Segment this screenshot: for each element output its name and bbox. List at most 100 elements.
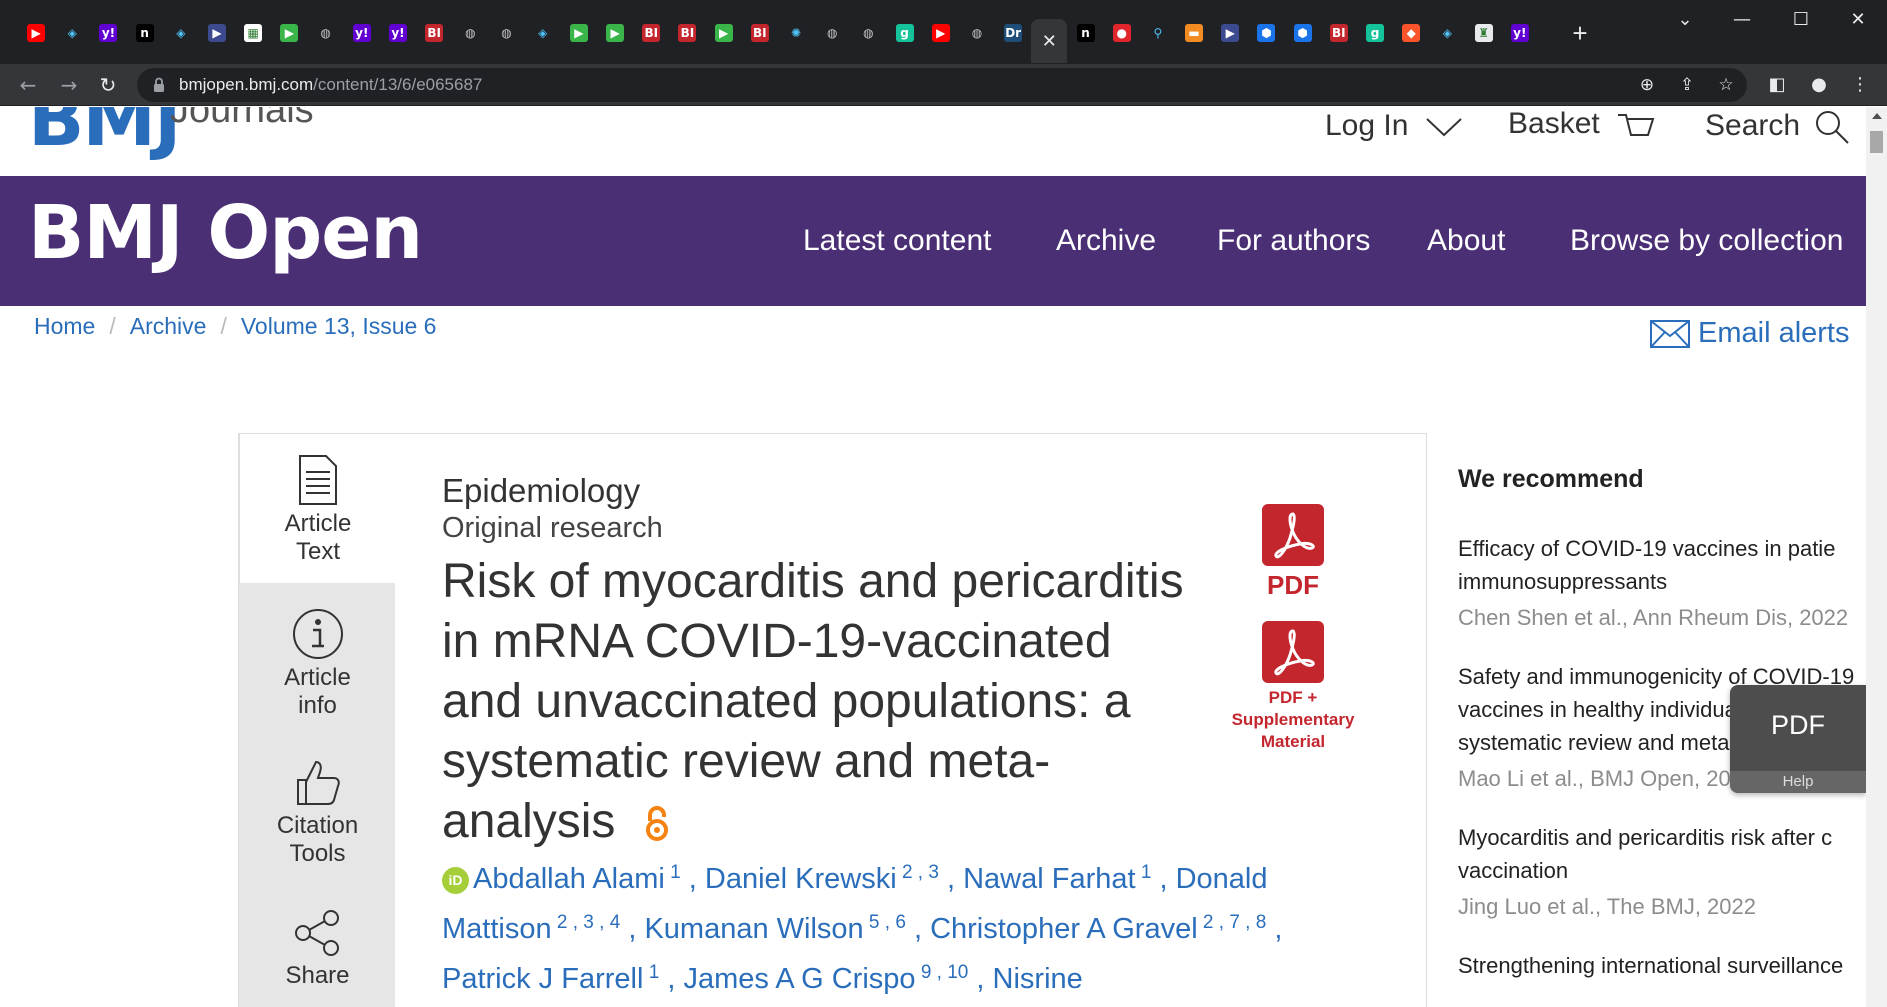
- browser-tab[interactable]: n: [127, 20, 163, 46]
- menu-kebab-icon[interactable]: ⋮: [1845, 70, 1875, 100]
- bmj-logo[interactable]: BMJ: [28, 107, 182, 163]
- browser-tab[interactable]: ◍: [850, 20, 886, 46]
- login-button[interactable]: Log In: [1325, 109, 1463, 143]
- recommendation-title[interactable]: vaccination: [1458, 854, 1866, 887]
- new-tab-button[interactable]: +: [1565, 18, 1595, 48]
- browser-tab[interactable]: ●: [1104, 20, 1140, 46]
- recommendation-title[interactable]: Strengthening international surveillance: [1458, 949, 1866, 982]
- tool-article-text[interactable]: Article Text: [239, 433, 396, 583]
- browser-tab[interactable]: BI: [1321, 20, 1357, 46]
- browser-tab[interactable]: ▶: [199, 20, 235, 46]
- nav-browse-by-collection[interactable]: Browse by collection: [1570, 176, 1843, 306]
- page-scrollbar[interactable]: [1866, 107, 1887, 1007]
- browser-tab[interactable]: ♜: [1466, 20, 1502, 46]
- author-link[interactable]: Patrick J Farrell: [442, 963, 643, 995]
- search-button[interactable]: Search: [1705, 109, 1850, 145]
- browser-tab[interactable]: ◆: [1393, 20, 1429, 46]
- browser-tab[interactable]: y!: [380, 20, 416, 46]
- recommendation-item[interactable]: Strengthening international surveillance: [1458, 949, 1866, 982]
- floating-pdf-button[interactable]: PDF Help: [1730, 685, 1866, 793]
- nav-for-authors[interactable]: For authors: [1217, 176, 1370, 306]
- minimize-button[interactable]: —: [1713, 0, 1771, 40]
- close-window-button[interactable]: ✕: [1829, 0, 1887, 40]
- browser-tab[interactable]: ◈: [525, 20, 561, 46]
- browser-tab[interactable]: ⬢: [1285, 20, 1321, 46]
- browser-tab[interactable]: ◈: [1429, 20, 1465, 46]
- orcid-icon[interactable]: iD: [442, 866, 469, 894]
- browser-tab[interactable]: Dr: [995, 20, 1031, 46]
- browser-tab[interactable]: ◍: [959, 20, 995, 46]
- tool-article-info[interactable]: Article info: [239, 608, 396, 720]
- browser-tab[interactable]: ▶: [923, 20, 959, 46]
- author-affiliation-ref[interactable]: 1: [1136, 862, 1152, 883]
- browser-tab[interactable]: ▶: [271, 20, 307, 46]
- reload-button[interactable]: ↻: [93, 70, 123, 100]
- recommendation-item[interactable]: Myocarditis and pericarditis risk after …: [1458, 821, 1866, 923]
- author-link[interactable]: Daniel Krewski: [705, 863, 897, 895]
- maximize-button[interactable]: ☐: [1772, 0, 1830, 40]
- browser-tab[interactable]: n: [1067, 20, 1103, 46]
- nav-about[interactable]: About: [1427, 176, 1505, 306]
- nav-archive[interactable]: Archive: [1056, 176, 1156, 306]
- author-link[interactable]: Abdallah Alami: [473, 863, 665, 895]
- scroll-up-arrow[interactable]: [1872, 113, 1882, 119]
- author-link[interactable]: James A G Crispo: [683, 963, 915, 995]
- breadcrumb-home[interactable]: Home: [34, 313, 95, 339]
- browser-tab[interactable]: y!: [344, 20, 380, 46]
- browser-tab[interactable]: ▬: [1176, 20, 1212, 46]
- author-affiliation-ref[interactable]: 5 , 6: [864, 912, 906, 933]
- browser-tab[interactable]: g: [1357, 20, 1393, 46]
- recommendation-title[interactable]: Efficacy of COVID-19 vaccines in patie: [1458, 532, 1866, 565]
- breadcrumb-archive[interactable]: Archive: [130, 313, 207, 339]
- floating-help-label[interactable]: Help: [1730, 771, 1866, 793]
- browser-tab[interactable]: BI: [633, 20, 669, 46]
- back-button[interactable]: ←: [13, 70, 43, 100]
- browser-tab[interactable]: ⬢: [1248, 20, 1284, 46]
- browser-tab[interactable]: y!: [1502, 20, 1538, 46]
- author-affiliation-ref[interactable]: 2 , 3 , 4: [552, 912, 620, 933]
- share-page-icon[interactable]: ⇪: [1675, 73, 1699, 97]
- pdf-supplementary-button[interactable]: PDF + Supplementary Material: [1218, 621, 1368, 753]
- browser-tab[interactable]: ◍: [488, 20, 524, 46]
- address-bar[interactable]: bmjopen.bmj.com/content/13/6/e065687 ⊕ ⇪…: [137, 68, 1747, 102]
- browser-tab[interactable]: ▶: [18, 20, 54, 46]
- browser-tab[interactable]: ▶: [561, 20, 597, 46]
- recommendation-title[interactable]: immunosuppressants: [1458, 565, 1866, 598]
- browser-tab[interactable]: ▶: [706, 20, 742, 46]
- author-link[interactable]: Nisrine: [993, 963, 1083, 995]
- nav-latest-content[interactable]: Latest content: [803, 176, 991, 306]
- browser-tab[interactable]: ✺: [778, 20, 814, 46]
- browser-tab[interactable]: BI: [742, 20, 778, 46]
- profile-icon[interactable]: ●: [1804, 70, 1834, 100]
- browser-tab[interactable]: y!: [90, 20, 126, 46]
- browser-tab[interactable]: ▦: [235, 20, 271, 46]
- side-panel-icon[interactable]: ◧: [1762, 70, 1792, 100]
- author-link[interactable]: Christopher A Gravel: [930, 913, 1198, 945]
- recommendation-title[interactable]: Myocarditis and pericarditis risk after …: [1458, 821, 1866, 854]
- tool-citation-tools[interactable]: Citation Tools: [239, 758, 396, 868]
- zoom-icon[interactable]: ⊕: [1635, 73, 1659, 97]
- browser-tab[interactable]: ◍: [452, 20, 488, 46]
- browser-tab[interactable]: BI: [416, 20, 452, 46]
- basket-button[interactable]: Basket: [1508, 107, 1656, 141]
- author-affiliation-ref[interactable]: 9 , 10: [916, 962, 969, 983]
- browser-tab[interactable]: ▶: [597, 20, 633, 46]
- browser-tab[interactable]: ◍: [814, 20, 850, 46]
- tab-search-icon[interactable]: ⌄: [1656, 0, 1714, 40]
- tool-share[interactable]: Share: [239, 908, 396, 990]
- bookmark-star-icon[interactable]: ☆: [1714, 73, 1738, 97]
- author-affiliation-ref[interactable]: 1: [665, 862, 681, 883]
- browser-tab[interactable]: ✕: [1031, 19, 1068, 63]
- browser-tab[interactable]: ◈: [54, 20, 90, 46]
- browser-tab[interactable]: BI: [669, 20, 705, 46]
- forward-button[interactable]: →: [54, 70, 84, 100]
- author-affiliation-ref[interactable]: 2 , 3: [897, 862, 939, 883]
- author-affiliation-ref[interactable]: 2 , 7 , 8: [1198, 912, 1266, 933]
- author-affiliation-ref[interactable]: 1: [643, 962, 660, 983]
- browser-tab[interactable]: ⚲: [1140, 20, 1176, 46]
- author-link[interactable]: Kumanan Wilson: [644, 913, 863, 945]
- scrollbar-thumb[interactable]: [1870, 131, 1883, 153]
- author-link[interactable]: Nawal Farhat: [963, 863, 1135, 895]
- email-alerts-link[interactable]: Email alerts: [1650, 317, 1850, 350]
- browser-tab[interactable]: ◈: [163, 20, 199, 46]
